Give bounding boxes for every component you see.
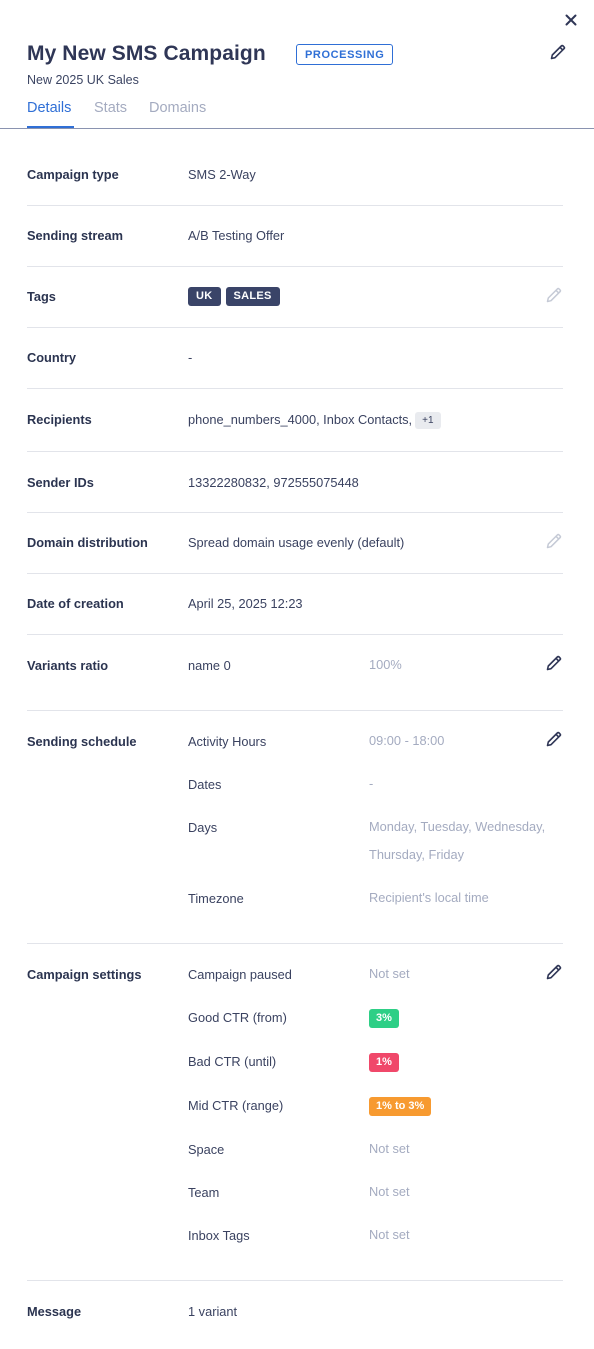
row-campaign-type: Campaign type SMS 2-Way bbox=[27, 145, 563, 206]
row-value: 1 variant bbox=[188, 1304, 238, 1319]
active-tab-indicator bbox=[27, 126, 74, 128]
tab-details[interactable]: Details bbox=[27, 100, 71, 116]
row-label: Variants ratio bbox=[27, 658, 109, 673]
schedule-item-label: Dates bbox=[188, 777, 222, 792]
schedule-item-value: Recipient's local time bbox=[369, 890, 489, 905]
setting-value: Not set bbox=[369, 966, 410, 981]
row-value: phone_numbers_4000, Inbox Contacts, bbox=[188, 412, 413, 427]
setting-label: Campaign paused bbox=[188, 967, 292, 982]
row-label: Country bbox=[27, 350, 77, 365]
row-label: Tags bbox=[27, 289, 56, 304]
setting-value: Not set bbox=[369, 1184, 410, 1199]
pencil-icon bbox=[546, 533, 562, 549]
ctr-pill: 3% bbox=[369, 1009, 399, 1028]
setting-label: Space bbox=[188, 1142, 225, 1157]
setting-label: Mid CTR (range) bbox=[188, 1098, 284, 1113]
row-recipients: Recipients phone_numbers_4000, Inbox Con… bbox=[27, 389, 563, 452]
row-value: SMS 2-Way bbox=[188, 167, 256, 182]
row-label: Domain distribution bbox=[27, 535, 148, 550]
setting-value: Not set bbox=[369, 1227, 410, 1242]
row-value: 13322280832, 972555075448 bbox=[188, 475, 359, 490]
close-icon bbox=[565, 14, 577, 26]
edit-schedule-button[interactable] bbox=[545, 730, 563, 748]
mid-ctr-value: 1% to 3% bbox=[369, 1091, 432, 1119]
row-label: Date of creation bbox=[27, 596, 124, 611]
row-tags: Tags UK SALES bbox=[27, 267, 563, 328]
row-value: A/B Testing Offer bbox=[188, 228, 285, 243]
schedule-item-label: Timezone bbox=[188, 891, 244, 906]
close-button[interactable] bbox=[562, 11, 580, 29]
row-label: Message bbox=[27, 1304, 82, 1319]
edit-variants-button[interactable] bbox=[545, 654, 563, 672]
row-label: Recipients bbox=[27, 412, 92, 427]
row-country: Country - bbox=[27, 328, 563, 389]
setting-label: Bad CTR (until) bbox=[188, 1054, 277, 1069]
variant-ratio-value: 100% bbox=[369, 657, 402, 672]
row-label: Campaign type bbox=[27, 167, 119, 182]
schedule-item-label: Activity Hours bbox=[188, 734, 267, 749]
setting-label: Good CTR (from) bbox=[188, 1010, 287, 1025]
edit-domain-distribution-button[interactable] bbox=[545, 532, 563, 550]
tag-chip: UK bbox=[188, 287, 221, 306]
pencil-icon bbox=[546, 655, 562, 671]
more-recipients-chip[interactable]: +1 bbox=[415, 412, 441, 430]
tag-list: UK SALES bbox=[188, 287, 285, 306]
row-domain-distribution: Domain distribution Spread domain usage … bbox=[27, 513, 563, 574]
row-campaign-settings: Campaign settings Campaign paused Not se… bbox=[27, 944, 563, 1281]
row-sending-stream: Sending stream A/B Testing Offer bbox=[27, 206, 563, 267]
schedule-item-value: 09:00 - 18:00 bbox=[369, 733, 445, 748]
row-date-of-creation: Date of creation April 25, 2025 12:23 bbox=[27, 574, 563, 635]
tab-stats[interactable]: Stats bbox=[94, 100, 127, 116]
row-label: Campaign settings bbox=[27, 967, 142, 982]
details-list: Campaign type SMS 2-Way Sending stream A… bbox=[27, 145, 563, 1342]
schedule-item-value: - bbox=[369, 776, 374, 791]
setting-label: Inbox Tags bbox=[188, 1228, 250, 1243]
campaign-header: My New SMS Campaign PROCESSING New 2025 … bbox=[27, 42, 567, 102]
row-message: Message 1 variant bbox=[27, 1281, 563, 1342]
row-label: Sending schedule bbox=[27, 734, 137, 749]
pencil-icon bbox=[546, 731, 562, 747]
ctr-pill: 1% bbox=[369, 1053, 399, 1072]
schedule-item-label: Days bbox=[188, 820, 218, 835]
status-badge: PROCESSING bbox=[296, 44, 394, 65]
row-value: - bbox=[188, 350, 193, 365]
edit-campaign-button[interactable] bbox=[549, 43, 567, 61]
edit-tags-button[interactable] bbox=[545, 286, 563, 304]
pencil-icon bbox=[546, 964, 562, 980]
setting-label: Team bbox=[188, 1185, 220, 1200]
schedule-item-value: Monday, Tuesday, Wednesday, Thursday, Fr… bbox=[369, 819, 546, 862]
ctr-pill: 1% to 3% bbox=[369, 1097, 432, 1116]
row-value: Spread domain usage evenly (default) bbox=[188, 535, 405, 550]
setting-value: Not set bbox=[369, 1141, 410, 1156]
pencil-icon bbox=[550, 44, 566, 60]
row-variants-ratio: Variants ratio name 0 100% bbox=[27, 635, 563, 711]
bad-ctr-value: 1% bbox=[369, 1047, 399, 1075]
recipients-value: phone_numbers_4000, Inbox Contacts, +1 bbox=[188, 412, 441, 430]
variant-name: name 0 bbox=[188, 658, 231, 673]
tag-chip: SALES bbox=[225, 287, 280, 306]
page-title: My New SMS Campaign bbox=[27, 42, 266, 65]
good-ctr-value: 3% bbox=[369, 1003, 399, 1031]
tab-domains[interactable]: Domains bbox=[149, 100, 206, 116]
tab-bar: Details Stats Domains bbox=[0, 94, 594, 129]
row-label: Sender IDs bbox=[27, 475, 94, 490]
edit-settings-button[interactable] bbox=[545, 963, 563, 981]
row-value: April 25, 2025 12:23 bbox=[188, 596, 303, 611]
row-label: Sending stream bbox=[27, 228, 124, 243]
row-sending-schedule: Sending schedule Activity Hours 09:00 - … bbox=[27, 711, 563, 944]
row-sender-ids: Sender IDs 13322280832, 972555075448 bbox=[27, 452, 563, 513]
pencil-icon bbox=[546, 287, 562, 303]
campaign-subtitle: New 2025 UK Sales bbox=[27, 73, 139, 87]
